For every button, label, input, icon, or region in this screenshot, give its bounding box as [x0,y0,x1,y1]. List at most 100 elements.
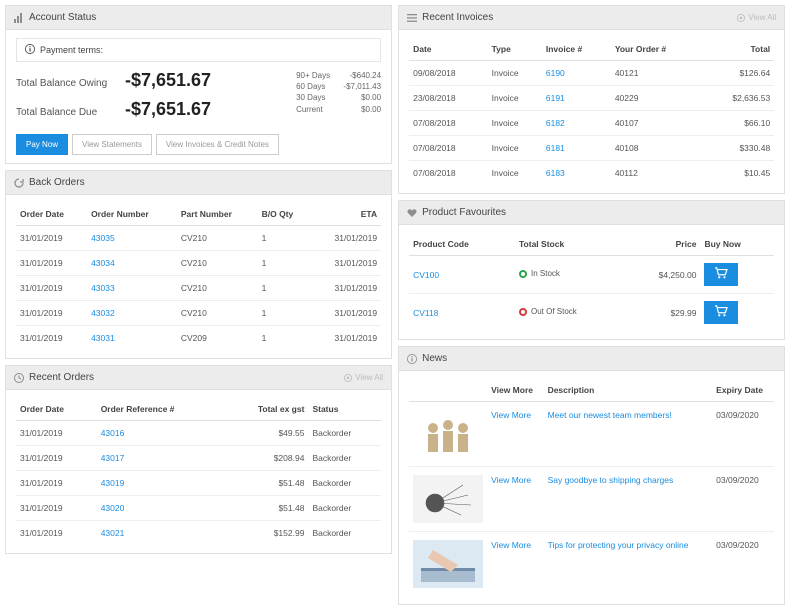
payment-terms-row: Payment terms: [16,38,381,62]
col-type: Type [488,38,542,61]
table-row: 31/01/201943020$51.48Backorder [16,496,381,521]
invoice-link[interactable]: 6190 [546,68,565,78]
news-thumbnail [413,410,483,458]
cell-type: Invoice [488,136,542,161]
bar-chart-icon [14,13,24,23]
cell-qty: 1 [258,226,312,251]
cell-eta: 31/01/2019 [312,251,381,276]
view-statements-button[interactable]: View Statements [72,134,152,155]
product-code-link[interactable]: CV100 [413,270,439,280]
cell-type: Invoice [488,61,542,86]
order-ref-link[interactable]: 43019 [101,478,125,488]
col-price: Price [624,233,700,256]
heart-icon [407,208,417,218]
order-number-link[interactable]: 43032 [91,308,115,318]
order-ref-link[interactable]: 43020 [101,503,125,513]
recent-orders-header: Recent Orders View All [6,366,391,390]
table-row: CV118Out Of Stock$29.99 [409,294,774,332]
cell-date: 07/08/2018 [409,111,488,136]
cell-price: $4,250.00 [624,256,700,294]
invoice-link[interactable]: 6181 [546,143,565,153]
news-description-link[interactable]: Meet our newest team members! [548,410,672,420]
news-view-more-link[interactable]: View More [491,410,531,420]
col-order-date: Order Date [16,398,97,421]
cell-date: 31/01/2019 [16,521,97,546]
col-order-date: Order Date [16,203,87,226]
col-part-number: Part Number [177,203,258,226]
aging-value: $0.00 [361,104,381,115]
cell-qty: 1 [258,276,312,301]
table-row: 31/01/201943035CV210131/01/2019 [16,226,381,251]
col-your-order: Your Order # [611,38,703,61]
table-row: 07/08/2018Invoice618140108$330.48 [409,136,774,161]
cell-part: CV210 [177,251,258,276]
product-code-link[interactable]: CV118 [413,308,438,318]
recent-orders-table: Order Date Order Reference # Total ex gs… [16,398,381,545]
product-favourites-header: Product Favourites [399,201,784,225]
col-total: Total [703,38,774,61]
cell-total: $49.55 [224,421,309,446]
back-orders-header: Back Orders [6,171,391,195]
news-description-link[interactable]: Say goodbye to shipping charges [548,475,674,485]
view-all-label: View All [748,13,776,22]
cell-status: Backorder [308,496,381,521]
cell-total: $51.48 [224,471,309,496]
order-ref-link[interactable]: 43017 [101,453,125,463]
cell-eta: 31/01/2019 [312,226,381,251]
table-row: 31/01/201943031CV209131/01/2019 [16,326,381,351]
news-view-more-link[interactable]: View More [491,540,531,550]
order-number-link[interactable]: 43034 [91,258,115,268]
aging-label: 90+ Days [296,70,330,81]
view-invoices-credit-button[interactable]: View Invoices & Credit Notes [156,134,279,155]
back-orders-title: Back Orders [29,177,85,188]
news-thumbnail [413,540,483,588]
table-row: 31/01/201943017$208.94Backorder [16,446,381,471]
aging-summary: 90+ Days-$640.24 60 Days-$7,011.43 30 Da… [296,70,381,128]
list-icon [407,13,417,23]
order-number-link[interactable]: 43033 [91,283,115,293]
favourites-table: Product Code Total Stock Price Buy Now C… [409,233,774,331]
recent-invoices-view-all[interactable]: View All [737,13,776,22]
invoice-link[interactable]: 6182 [546,118,565,128]
news-description-link[interactable]: Tips for protecting your privacy online [548,540,689,550]
table-row: 07/08/2018Invoice618340112$10.45 [409,161,774,186]
col-order-number: Order Number [87,203,177,226]
col-total-stock: Total Stock [515,233,624,256]
cell-total: $10.45 [703,161,774,186]
cell-order: 40108 [611,136,703,161]
balance-owing-value: -$7,651.67 [125,70,211,91]
col-invoice-num: Invoice # [542,38,611,61]
cell-expiry: 03/09/2020 [712,467,774,532]
cell-total: $51.48 [224,496,309,521]
account-status-title: Account Status [29,12,96,23]
cell-type: Invoice [488,86,542,111]
cell-order: 40112 [611,161,703,186]
order-number-link[interactable]: 43035 [91,233,115,243]
col-view-more: View More [487,379,543,402]
cell-qty: 1 [258,326,312,351]
order-number-link[interactable]: 43031 [91,333,115,343]
order-ref-link[interactable]: 43016 [101,428,125,438]
cell-part: CV210 [177,226,258,251]
news-view-more-link[interactable]: View More [491,475,531,485]
recent-orders-view-all[interactable]: View All [344,373,383,382]
pay-now-button[interactable]: Pay Now [16,134,68,155]
cell-type: Invoice [488,161,542,186]
news-panel: News View More Description Expiry Date V… [398,346,785,605]
cell-part: CV209 [177,326,258,351]
cell-date: 31/01/2019 [16,226,87,251]
view-all-label: View All [355,373,383,382]
invoice-link[interactable]: 6191 [546,93,565,103]
table-row: 31/01/201943033CV210131/01/2019 [16,276,381,301]
cart-icon [714,267,728,282]
col-description: Description [544,379,713,402]
product-favourites-title: Product Favourites [422,207,506,218]
order-ref-link[interactable]: 43021 [101,528,125,538]
col-bo-qty: B/O Qty [258,203,312,226]
add-to-cart-button[interactable] [704,301,738,324]
invoice-link[interactable]: 6183 [546,168,565,178]
cell-total: $66.10 [703,111,774,136]
add-to-cart-button[interactable] [704,263,738,286]
cell-qty: 1 [258,251,312,276]
balance-due-value: -$7,651.67 [125,99,211,120]
